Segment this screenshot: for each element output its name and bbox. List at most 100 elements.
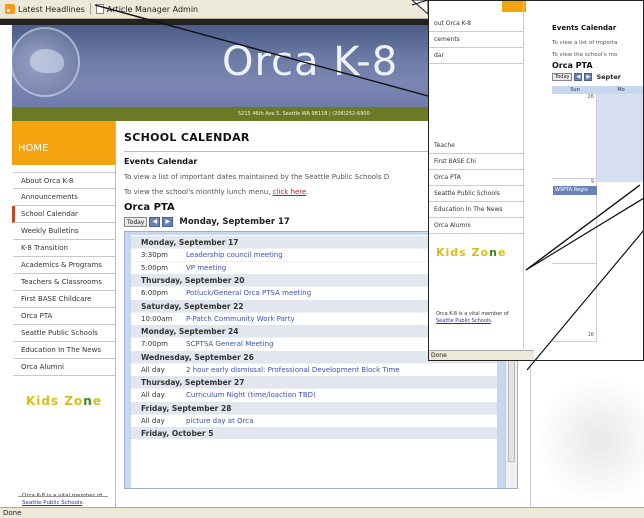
inset-chevron-left-icon[interactable]: ◀ [574, 73, 583, 81]
seattle-public-schools-link[interactable]: Seattle Public Schools [22, 500, 82, 506]
toolbar-separator [89, 3, 91, 15]
browser-status-bar: Done [0, 507, 644, 518]
inset-nav-education-news[interactable]: Education In The News [428, 202, 524, 218]
inset-note-text: Orca K-8 is a vital member of [436, 311, 509, 317]
inset-month-grid: Sun Mo 26 9 WSPTA Regio 16 [552, 86, 644, 359]
event-title[interactable]: Potluck/General Orca PTSA meeting [186, 287, 311, 299]
inset-weekday-header: Sun Mo [552, 86, 644, 94]
inset-chevron-right-icon[interactable]: ▶ [584, 73, 593, 81]
inset-seattle-schools-link[interactable]: Seattle Public Schools [436, 318, 491, 324]
inset-nav-first-base[interactable]: First BASE Chi [428, 154, 524, 170]
sidebar-item-seattle-public-schools[interactable]: Seattle Public Schools [12, 325, 115, 342]
inset-nav-teachers[interactable]: Teache [428, 138, 524, 154]
sidebar-item-k8-transition[interactable]: K-8 Transition [12, 240, 115, 257]
sidebar-item-announcements[interactable]: Announcements [12, 189, 115, 206]
site-title: Orca K-8 [222, 39, 399, 85]
inset-pta-title: Orca PTA [552, 61, 593, 70]
inset-events-text-2: To view the school's mo [552, 52, 618, 58]
event-title[interactable]: VP meeting [186, 262, 226, 274]
day-number: 9 [590, 179, 594, 185]
agenda-event[interactable]: All day 2 hour early dismissal: Professio… [131, 362, 497, 376]
lunch-menu-suffix: . [306, 188, 309, 196]
event-time: All day [141, 391, 165, 399]
inset-sidebar: out Orca K-8 cements dar Teache First BA… [428, 0, 524, 349]
event-time: 3:30pm [141, 251, 168, 259]
event-time: All day [141, 365, 165, 374]
sidebar-item-academics[interactable]: Academics & Programs [12, 257, 115, 274]
inset-events-heading: Events Calendar [552, 24, 617, 32]
inset-kids-zone-text-2: n [489, 246, 498, 259]
sidebar-item-about[interactable]: About Orca K-8 [12, 172, 115, 189]
event-title[interactable]: Curriculum Night (time/loaction TBD) [186, 389, 316, 401]
inset-month-label: Septer [596, 73, 621, 81]
kids-zone-link[interactable]: Kids Zone [12, 394, 115, 408]
inset-nav-orca-pta[interactable]: Orca PTA [428, 170, 524, 186]
background-calendar-area [530, 359, 644, 507]
inset-nav-about[interactable]: out Orca K-8 [428, 16, 524, 32]
sidebar-item-weekly-bulletins[interactable]: Weekly Bulletins [12, 223, 115, 240]
inset-nav-seattle-schools[interactable]: Seattle Public Schools [428, 186, 524, 202]
event-time: 10:00am [141, 314, 173, 323]
inset-kids-zone-text-3: e [497, 246, 507, 259]
event-title[interactable]: picture day at Orca [186, 415, 253, 427]
inset-nav-orca-alumni[interactable]: Orca Alumni [428, 218, 524, 234]
rss-icon [5, 4, 15, 14]
bookmark-label: Latest Headlines [18, 4, 85, 14]
inset-note-suffix: . [490, 318, 493, 324]
sidebar-item-education-news[interactable]: Education In The News [12, 342, 115, 359]
chevron-right-icon[interactable]: ▶ [162, 216, 174, 227]
orca-watermark-icon [531, 359, 644, 507]
agenda-event[interactable]: All day Curriculum Night (time/loaction T… [131, 388, 497, 401]
chevron-left-icon[interactable]: ◀ [149, 216, 161, 227]
inset-kids-zone[interactable]: Kids Zone [436, 246, 506, 259]
event-title[interactable]: P-Patch Community Work Party [186, 313, 295, 325]
inset-nav-announcements[interactable]: cements [428, 32, 524, 48]
bookmark-article-manager[interactable]: Article Manager Admin [95, 4, 199, 14]
today-button[interactable]: Today [124, 216, 148, 227]
event-title[interactable]: SCPTSA General Meeting [186, 338, 273, 350]
bookmark-label: Article Manager Admin [106, 4, 199, 14]
weekday-label: Mo [617, 87, 625, 93]
agenda-day-header: Thursday, September 27 [131, 375, 497, 388]
agenda-day-header: Friday, October 5 [131, 426, 497, 439]
inset-sidebar-note: Orca K-8 is a vital member of Seattle Pu… [436, 311, 512, 325]
sidebar-item-teachers[interactable]: Teachers & Classrooms [12, 274, 115, 291]
day-number: 16 [587, 332, 594, 338]
sidebar-item-school-calendar[interactable]: School Calendar [12, 206, 115, 223]
sidebar-item-orca-alumni[interactable]: Orca Alumni [12, 359, 115, 376]
event-title[interactable]: 2 hour early dismissal: Professional Dev… [186, 364, 400, 376]
agenda-day-header: Friday, September 28 [131, 400, 497, 414]
inset-calendar-toolbar: Today ◀ ▶ Septer [552, 73, 621, 81]
orca-logo-icon [12, 27, 80, 97]
inset-events-text-1: To view a list of importa [552, 40, 618, 46]
click-here-link[interactable]: click here [273, 188, 307, 196]
event-title[interactable]: Leadership council meeting [186, 249, 283, 261]
sidebar-item-first-base[interactable]: First BASE Childcare [12, 291, 115, 308]
event-time: All day [141, 416, 165, 425]
inset-today-button[interactable]: Today [552, 73, 573, 81]
kids-zone-text-2: n [83, 394, 93, 408]
inset-event-chip[interactable]: WSPTA Regio [553, 186, 597, 195]
event-time: 5:00pm [141, 263, 168, 272]
event-time: 6:00pm [141, 289, 168, 297]
sidebar-item-orca-pta[interactable]: Orca PTA [12, 308, 115, 325]
weekday-label: Sun [570, 87, 580, 93]
agenda-event[interactable]: All day picture day at Orca [131, 413, 497, 427]
sidebar-nav: HOME About Orca K-8 Announcements School… [12, 121, 116, 507]
kids-zone-text-1: Kids Zo [26, 394, 84, 408]
inset-status-bar: Done [428, 350, 534, 361]
inset-nav-calendar[interactable]: dar [428, 48, 524, 64]
inset-day-cell[interactable]: 16 [552, 264, 597, 342]
calendar-date: Monday, September 17 [179, 216, 290, 227]
sidebar-divider [18, 496, 108, 497]
bookmark-latest-headlines[interactable]: Latest Headlines [5, 4, 85, 14]
kids-zone-text-3: e [92, 394, 102, 408]
note-suffix: . [82, 500, 85, 507]
page-icon [95, 4, 104, 14]
inset-day-cell[interactable]: 26 [552, 94, 597, 179]
day-number: 26 [587, 94, 594, 100]
nav-home[interactable]: HOME [12, 121, 115, 165]
event-time: 7:00pm [141, 340, 168, 348]
inset-kids-zone-text-1: Kids Zo [436, 246, 490, 259]
lunch-menu-text: To view the school's monthly lunch menu, [124, 188, 273, 196]
